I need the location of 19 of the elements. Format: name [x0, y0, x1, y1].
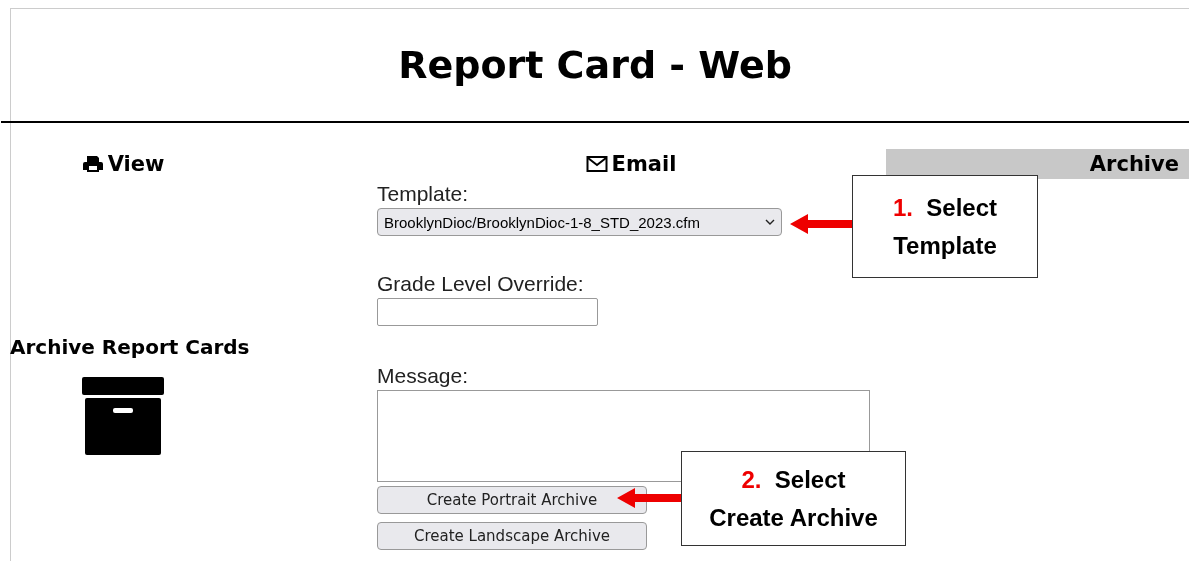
field-label: Message:: [377, 364, 469, 388]
envelope-icon: [585, 155, 608, 173]
arrow: [617, 486, 681, 510]
input-field[interactable]: [377, 298, 598, 326]
page-title: Report Card - Web: [1, 9, 1189, 123]
archive-button[interactable]: Create Landscape Archive: [377, 522, 647, 550]
tab[interactable]: View: [0, 149, 246, 179]
arrow: [790, 212, 854, 236]
caret-icon: [765, 219, 775, 225]
printer-icon: [81, 155, 104, 173]
template-dropdown[interactable]: BrooklynDioc/BrooklynDioc-1-8_STD_2023.cfm: [377, 208, 782, 236]
callout-text: 1. Select Template: [852, 175, 1038, 278]
archive-button[interactable]: Create Portrait Archive: [377, 486, 647, 514]
section-title: Archive Report Cards: [10, 335, 250, 359]
callout-text: 2. Select Create Archive: [681, 451, 906, 546]
tab[interactable]: Archive: [886, 149, 1189, 179]
field-label: Grade Level Override:: [377, 272, 584, 296]
field-label: Template:: [377, 182, 469, 206]
archive-box-icon: [82, 377, 164, 455]
